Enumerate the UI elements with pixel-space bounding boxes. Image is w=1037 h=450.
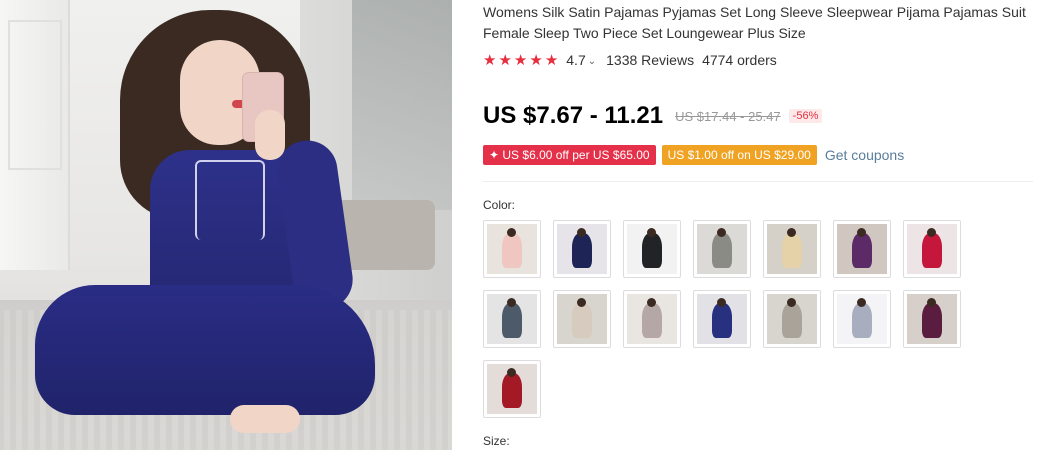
swatch-model-head bbox=[717, 298, 726, 307]
swatch-thumbnail bbox=[697, 294, 747, 344]
color-swatch[interactable] bbox=[553, 220, 611, 278]
get-coupons-link[interactable]: Get coupons bbox=[825, 147, 904, 163]
swatch-model-head bbox=[857, 298, 866, 307]
rating-row: ★ ★ ★ ★ ★ 4.7 ⌄ 1338 Reviews 4774 orders bbox=[483, 50, 777, 70]
swatch-model-head bbox=[647, 298, 656, 307]
star-icon: ★ bbox=[483, 51, 497, 69]
swatch-model-head bbox=[577, 298, 586, 307]
chevron-down-icon[interactable]: ⌄ bbox=[588, 56, 596, 67]
star-icon: ★ bbox=[544, 51, 559, 69]
reviews-link[interactable]: 1338 Reviews bbox=[606, 52, 694, 68]
color-swatch[interactable] bbox=[483, 360, 541, 418]
swatch-thumbnail bbox=[837, 224, 887, 274]
photo-wall-molding bbox=[8, 20, 62, 170]
swatch-garment bbox=[502, 303, 522, 338]
swatch-thumbnail bbox=[627, 294, 677, 344]
swatch-model-head bbox=[927, 228, 936, 237]
swatch-thumbnail bbox=[487, 224, 537, 274]
swatch-thumbnail bbox=[487, 364, 537, 414]
color-swatch[interactable] bbox=[763, 290, 821, 348]
product-title: Womens Silk Satin Pajamas Pyjamas Set Lo… bbox=[483, 4, 1026, 41]
color-swatch[interactable] bbox=[553, 290, 611, 348]
swatch-model-head bbox=[507, 228, 516, 237]
star-icon: ★ bbox=[513, 51, 528, 69]
rating-value[interactable]: 4.7 bbox=[566, 52, 585, 68]
swatch-model-head bbox=[647, 228, 656, 237]
swatch-model-head bbox=[507, 368, 516, 377]
swatch-garment bbox=[572, 303, 592, 338]
swatch-model-head bbox=[507, 298, 516, 307]
color-label: Color: bbox=[483, 198, 516, 212]
color-swatch[interactable] bbox=[763, 220, 821, 278]
swatch-garment bbox=[712, 303, 732, 338]
original-price: US $17.44 - 25.47 bbox=[675, 108, 781, 124]
color-swatch[interactable] bbox=[693, 290, 751, 348]
swatch-thumbnail bbox=[837, 294, 887, 344]
swatch-garment bbox=[922, 303, 942, 338]
swatch-garment bbox=[852, 233, 872, 268]
swatch-thumbnail bbox=[627, 224, 677, 274]
swatch-thumbnail bbox=[907, 224, 957, 274]
swatch-thumbnail bbox=[697, 224, 747, 274]
current-price: US $7.67 - 11.21 bbox=[483, 102, 664, 129]
swatch-garment bbox=[712, 233, 732, 268]
color-swatch[interactable] bbox=[483, 290, 541, 348]
swatch-garment bbox=[782, 233, 802, 268]
color-swatch[interactable] bbox=[693, 220, 751, 278]
color-swatch[interactable] bbox=[483, 220, 541, 278]
swatch-thumbnail bbox=[767, 294, 817, 344]
coupon-select[interactable]: US $1.00 off on US $29.00 bbox=[661, 145, 821, 165]
color-swatch[interactable] bbox=[833, 220, 891, 278]
product-info-panel: Womens Silk Satin Pajamas Pyjamas Set Lo… bbox=[483, 0, 1033, 450]
photo-model-foot bbox=[230, 405, 300, 433]
swatch-thumbnail bbox=[487, 294, 537, 344]
swatch-garment bbox=[642, 303, 662, 338]
swatch-garment bbox=[572, 233, 592, 268]
swatch-model-head bbox=[787, 298, 796, 307]
color-swatch[interactable] bbox=[833, 290, 891, 348]
coupon-row: ✦ US $6.00 off per US $65.00 US $1.00 of… bbox=[483, 144, 904, 166]
swatch-garment bbox=[922, 233, 942, 268]
color-swatch[interactable] bbox=[623, 220, 681, 278]
star-icon: ★ bbox=[498, 51, 512, 69]
rating-stars[interactable]: ★ ★ ★ ★ ★ bbox=[483, 53, 558, 68]
swatch-thumbnail bbox=[557, 224, 607, 274]
color-swatch[interactable] bbox=[903, 220, 961, 278]
star-icon: ★ bbox=[529, 51, 543, 69]
swatch-thumbnail bbox=[557, 294, 607, 344]
swatch-model-head bbox=[577, 228, 586, 237]
color-swatch-grid bbox=[483, 220, 1037, 418]
swatch-model-head bbox=[787, 228, 796, 237]
swatch-garment bbox=[782, 303, 802, 338]
swatch-garment bbox=[502, 373, 522, 408]
swatch-garment bbox=[852, 303, 872, 338]
photo-background-shelf bbox=[352, 0, 452, 210]
section-divider bbox=[483, 181, 1033, 182]
price-row: US $7.67 - 11.21 US $17.44 - 25.47 -56% bbox=[483, 100, 823, 132]
color-swatch[interactable] bbox=[903, 290, 961, 348]
color-swatch[interactable] bbox=[623, 290, 681, 348]
swatch-model-head bbox=[927, 298, 936, 307]
photo-pajama-piping bbox=[195, 160, 265, 240]
swatch-thumbnail bbox=[907, 294, 957, 344]
size-label: Size: bbox=[483, 434, 510, 448]
coupon-store[interactable]: ✦ US $6.00 off per US $65.00 bbox=[483, 145, 659, 165]
orders-count: 4774 orders bbox=[702, 52, 777, 68]
photo-model-hand bbox=[255, 110, 285, 160]
swatch-model-head bbox=[857, 228, 866, 237]
swatch-garment bbox=[502, 233, 522, 268]
swatch-garment bbox=[642, 233, 662, 268]
swatch-thumbnail bbox=[767, 224, 817, 274]
product-main-image[interactable] bbox=[0, 0, 452, 450]
swatch-model-head bbox=[717, 228, 726, 237]
discount-badge: -56% bbox=[788, 109, 823, 123]
photo-pajama-pants bbox=[35, 285, 375, 415]
